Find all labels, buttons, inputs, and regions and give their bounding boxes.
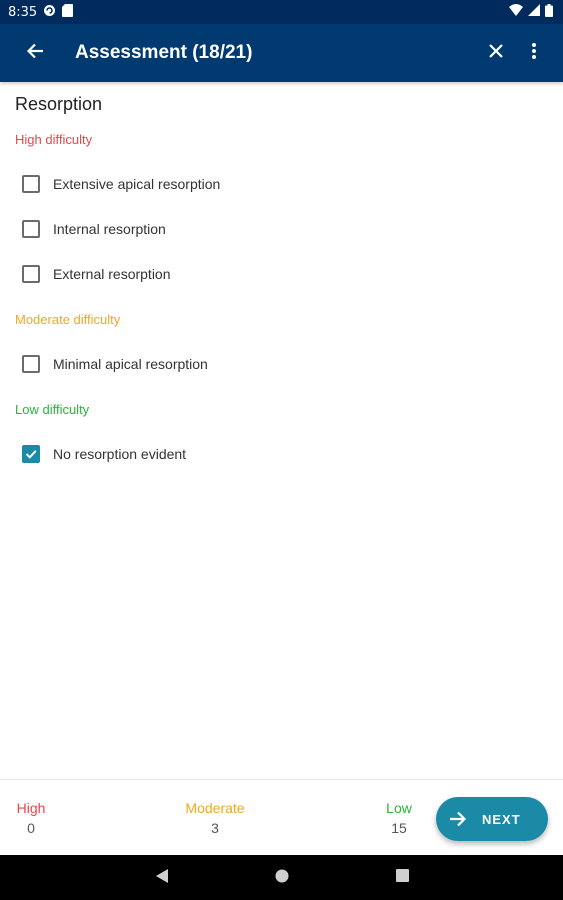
page-title: Assessment (18/21) <box>75 42 253 63</box>
battery-icon <box>545 3 553 21</box>
summary-moderate-label: Moderate <box>185 800 245 816</box>
status-time: 8:35 <box>8 4 38 20</box>
wifi-icon <box>509 4 523 20</box>
system-navigation-bar <box>0 855 563 900</box>
group-label-moderate: Moderate difficulty <box>15 312 121 327</box>
nav-home-button[interactable] <box>271 867 293 889</box>
nav-back-button[interactable] <box>151 867 173 889</box>
checkbox[interactable] <box>22 175 40 193</box>
summary-low-label: Low <box>386 800 412 816</box>
next-button-label: NEXT <box>482 811 521 827</box>
nav-recents-button[interactable] <box>391 867 413 889</box>
arrow-forward-icon <box>449 810 467 833</box>
group-label-low: Low difficulty <box>15 402 90 417</box>
checkbox[interactable] <box>22 220 40 238</box>
app-bar: Assessment (18/21) <box>0 24 563 82</box>
more-vert-icon <box>531 42 537 65</box>
option-label: Minimal apical resorption <box>53 356 208 372</box>
status-bar: 8:35 <box>0 0 563 24</box>
checkbox[interactable] <box>22 355 40 373</box>
next-button[interactable]: NEXT <box>436 797 548 841</box>
summary-low-value: 15 <box>391 820 407 836</box>
sd-card-icon <box>62 3 74 21</box>
option-extensive-apical-resorption[interactable]: Extensive apical resorption <box>0 162 563 206</box>
square-recents-icon <box>395 869 409 887</box>
option-label: No resorption evident <box>53 446 187 462</box>
option-no-resorption-evident[interactable]: No resorption evident <box>0 432 563 476</box>
summary-high: High 0 <box>15 800 47 836</box>
triangle-back-icon <box>155 868 169 889</box>
overflow-menu-button[interactable] <box>510 29 558 77</box>
checkbox-checked[interactable] <box>22 445 40 463</box>
sync-icon <box>43 4 56 21</box>
back-button[interactable] <box>11 29 59 77</box>
option-label: External resorption <box>53 266 171 282</box>
checkbox[interactable] <box>22 265 40 283</box>
signal-icon <box>528 4 540 20</box>
group-label-high: High difficulty <box>15 132 93 147</box>
option-external-resorption[interactable]: External resorption <box>0 252 563 296</box>
section-title: Resorption <box>15 94 103 114</box>
summary-high-label: High <box>16 800 46 816</box>
option-label: Internal resorption <box>53 221 166 237</box>
circle-home-icon <box>275 869 289 888</box>
option-internal-resorption[interactable]: Internal resorption <box>0 207 563 251</box>
summary-moderate: Moderate 3 <box>183 800 247 836</box>
summary-high-value: 0 <box>27 820 35 836</box>
option-label: Extensive apical resorption <box>53 176 221 192</box>
checkmark-icon <box>25 450 37 459</box>
summary-low: Low 15 <box>384 800 414 836</box>
option-minimal-apical-resorption[interactable]: Minimal apical resorption <box>0 342 563 386</box>
close-icon <box>488 43 504 64</box>
summary-moderate-value: 3 <box>211 820 219 836</box>
arrow-back-icon <box>26 42 44 65</box>
difficulty-summary: High 0 Moderate 3 Low 15 NEXT <box>0 779 563 855</box>
